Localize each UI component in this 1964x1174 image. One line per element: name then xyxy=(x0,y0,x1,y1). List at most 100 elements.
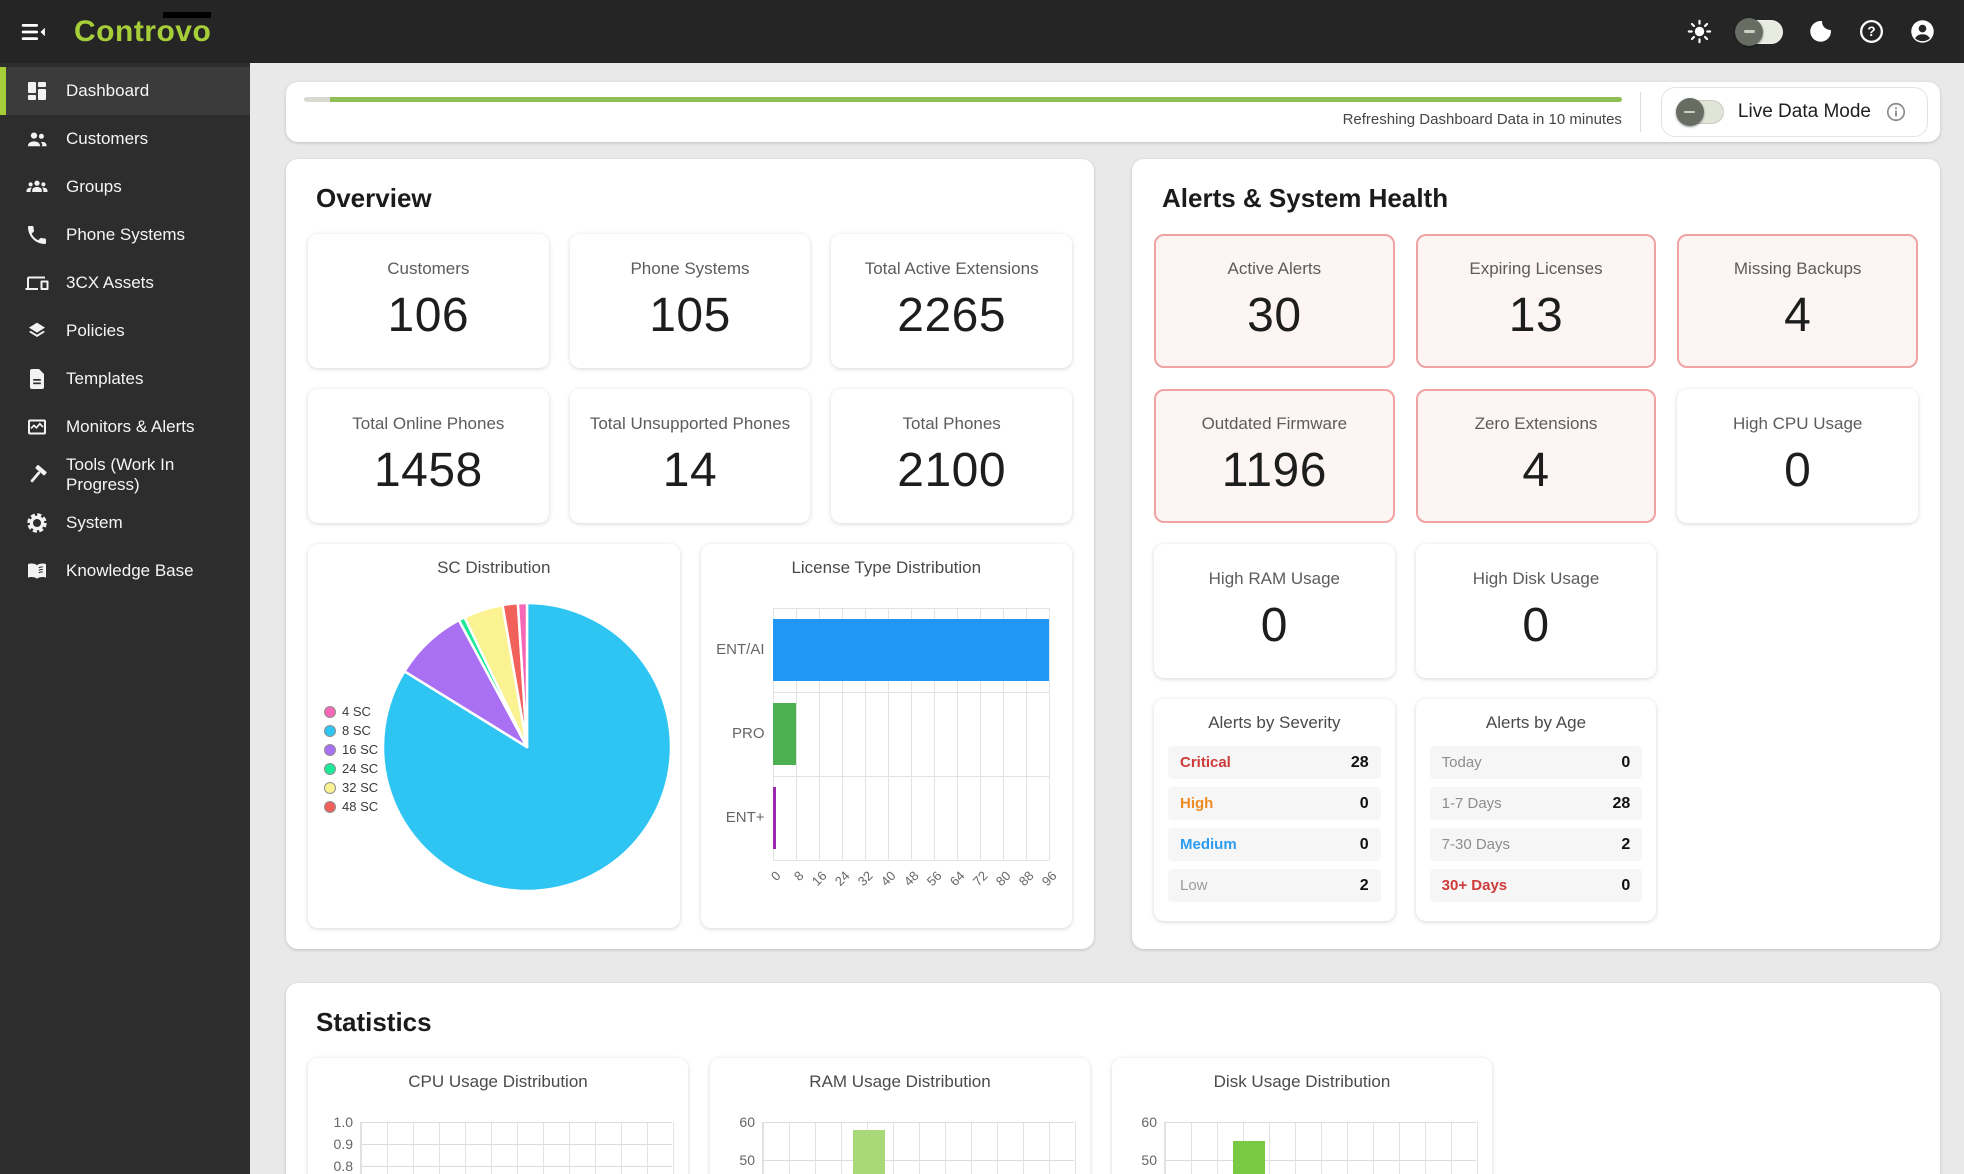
app-logo: Controvo xyxy=(74,15,211,49)
live-data-toggle[interactable] xyxy=(1678,100,1724,124)
people-icon xyxy=(25,127,49,151)
stat-label: High Disk Usage xyxy=(1473,569,1600,589)
stat-label: Active Alerts xyxy=(1228,259,1322,279)
stat-card-total-online-phones: Total Online Phones 1458 xyxy=(308,389,549,523)
sidebar-item-templates[interactable]: Templates xyxy=(0,355,250,403)
sidebar-item-label: Templates xyxy=(66,369,143,389)
live-data-toggle-knob xyxy=(1676,98,1704,126)
sidebar-item-policies[interactable]: Policies xyxy=(0,307,250,355)
severity-row-high: High 0 xyxy=(1168,787,1381,820)
statistics-section: Statistics CPU Usage Distribution 1.00.9… xyxy=(286,983,1940,1174)
legend-item: 24 SC xyxy=(324,759,378,778)
sidebar-item-system[interactable]: System xyxy=(0,499,250,547)
stat-value: 2265 xyxy=(897,288,1006,343)
sidebar-item-knowledge-base[interactable]: Knowledge Base xyxy=(0,547,250,595)
legend-item: 48 SC xyxy=(324,797,378,816)
stat-label: Total Online Phones xyxy=(352,414,504,434)
info-icon[interactable] xyxy=(1885,101,1907,123)
theme-toggle-knob xyxy=(1735,18,1763,46)
document-icon xyxy=(25,367,49,391)
row-value: 28 xyxy=(1613,795,1631,813)
ram-usage-chart: 6050 xyxy=(762,1122,1074,1174)
stat-value: 30 xyxy=(1247,288,1301,343)
svg-text:?: ? xyxy=(1867,24,1875,39)
stat-card-total-active-extensions: Total Active Extensions 2265 xyxy=(831,234,1072,368)
sidebar-item-monitors-alerts[interactable]: Monitors & Alerts xyxy=(0,403,250,451)
sidebar-item-label: 3CX Assets xyxy=(66,273,154,293)
gear-icon xyxy=(25,511,49,535)
stat-value: 105 xyxy=(649,288,731,343)
row-value: 2 xyxy=(1360,877,1369,895)
account-icon[interactable] xyxy=(1909,18,1936,45)
help-icon[interactable]: ? xyxy=(1858,18,1885,45)
stat-label: Total Unsupported Phones xyxy=(590,414,790,434)
row-value: 0 xyxy=(1360,836,1369,854)
alerts-title: Alerts & System Health xyxy=(1162,183,1918,214)
legend-item: 16 SC xyxy=(324,740,378,759)
alerts-by-severity-card: Alerts by Severity Critical28 High0 Medi… xyxy=(1154,699,1395,921)
sidebar-item-groups[interactable]: Groups xyxy=(0,163,250,211)
stat-value: 0 xyxy=(1784,443,1811,498)
row-label: High xyxy=(1180,795,1213,812)
chart-title: RAM Usage Distribution xyxy=(710,1072,1090,1092)
row-value: 2 xyxy=(1621,836,1630,854)
stat-label: High CPU Usage xyxy=(1733,414,1862,434)
sidebar-item-tools[interactable]: Tools (Work In Progress) xyxy=(0,451,250,499)
row-value: 0 xyxy=(1360,795,1369,813)
overview-title: Overview xyxy=(316,183,1072,214)
alerts-by-age-card: Alerts by Age Today0 1-7 Days28 7-30 Day… xyxy=(1416,699,1657,921)
live-data-mode-box: Live Data Mode xyxy=(1661,87,1928,137)
stat-card-zero-extensions: Zero Extensions 4 xyxy=(1416,389,1657,523)
phone-icon xyxy=(25,223,49,247)
row-label: 1-7 Days xyxy=(1442,795,1502,812)
stat-label: Phone Systems xyxy=(630,259,749,279)
stat-card-high-cpu-usage: High CPU Usage 0 xyxy=(1677,389,1918,523)
stat-label: Zero Extensions xyxy=(1475,414,1598,434)
stat-value: 4 xyxy=(1784,288,1811,343)
sidebar-item-customers[interactable]: Customers xyxy=(0,115,250,163)
stat-label: High RAM Usage xyxy=(1209,569,1340,589)
legend-item: 4 SC xyxy=(324,702,378,721)
stat-value: 2100 xyxy=(897,443,1006,498)
license-type-chart-card: License Type Distribution 08162432404856… xyxy=(701,544,1073,928)
age-row-1-7-days: 1-7 Days 28 xyxy=(1430,787,1643,820)
legend-item: 8 SC xyxy=(324,721,378,740)
theme-toggle[interactable] xyxy=(1737,20,1783,44)
row-label: 30+ Days xyxy=(1442,877,1507,894)
stat-label: Customers xyxy=(387,259,469,279)
brightness-icon[interactable] xyxy=(1686,18,1713,45)
stat-value: 106 xyxy=(388,288,470,343)
stat-value: 0 xyxy=(1261,598,1288,653)
refresh-caption: Refreshing Dashboard Data in 10 minutes xyxy=(304,111,1622,128)
row-label: Critical xyxy=(1180,754,1231,771)
stat-label: Total Active Extensions xyxy=(865,259,1039,279)
cpu-usage-chart: 1.00.90.8 xyxy=(360,1122,672,1174)
main-content: Refreshing Dashboard Data in 10 minutes … xyxy=(250,63,1964,1174)
layers-icon xyxy=(25,319,49,343)
sc-distribution-pie xyxy=(380,600,674,894)
row-value: 0 xyxy=(1621,877,1630,895)
sidebar: Dashboard Customers Groups Phone Systems… xyxy=(0,63,250,1174)
ram-usage-chart-card: RAM Usage Distribution 6050 xyxy=(710,1058,1090,1174)
monitor-chart-icon xyxy=(25,415,49,439)
sidebar-item-label: Groups xyxy=(66,177,122,197)
devices-icon xyxy=(25,271,49,295)
license-type-bar-chart: 081624324048566472808896ENT/AIPROENT+ xyxy=(713,594,1061,920)
dark-mode-icon[interactable] xyxy=(1807,18,1834,45)
sidebar-item-label: Dashboard xyxy=(66,81,149,101)
stat-card-outdated-firmware: Outdated Firmware 1196 xyxy=(1154,389,1395,523)
stat-value: 13 xyxy=(1509,288,1563,343)
statistics-title: Statistics xyxy=(316,1007,1918,1038)
sidebar-item-dashboard[interactable]: Dashboard xyxy=(0,67,250,115)
age-row-7-30-days: 7-30 Days2 xyxy=(1430,828,1643,861)
disk-usage-chart: 6050 xyxy=(1164,1122,1476,1174)
chart-title: CPU Usage Distribution xyxy=(308,1072,688,1092)
list-card-title: Alerts by Age xyxy=(1430,713,1643,733)
sidebar-item-phone-systems[interactable]: Phone Systems xyxy=(0,211,250,259)
sc-distribution-chart-card: SC Distribution 4 SC8 SC16 SC24 SC32 SC4… xyxy=(308,544,680,928)
menu-open-icon[interactable] xyxy=(18,17,48,47)
dashboard-icon xyxy=(25,79,49,103)
stat-label: Outdated Firmware xyxy=(1202,414,1348,434)
stat-card-total-unsupported-phones: Total Unsupported Phones 14 xyxy=(570,389,811,523)
sidebar-item-3cx-assets[interactable]: 3CX Assets xyxy=(0,259,250,307)
